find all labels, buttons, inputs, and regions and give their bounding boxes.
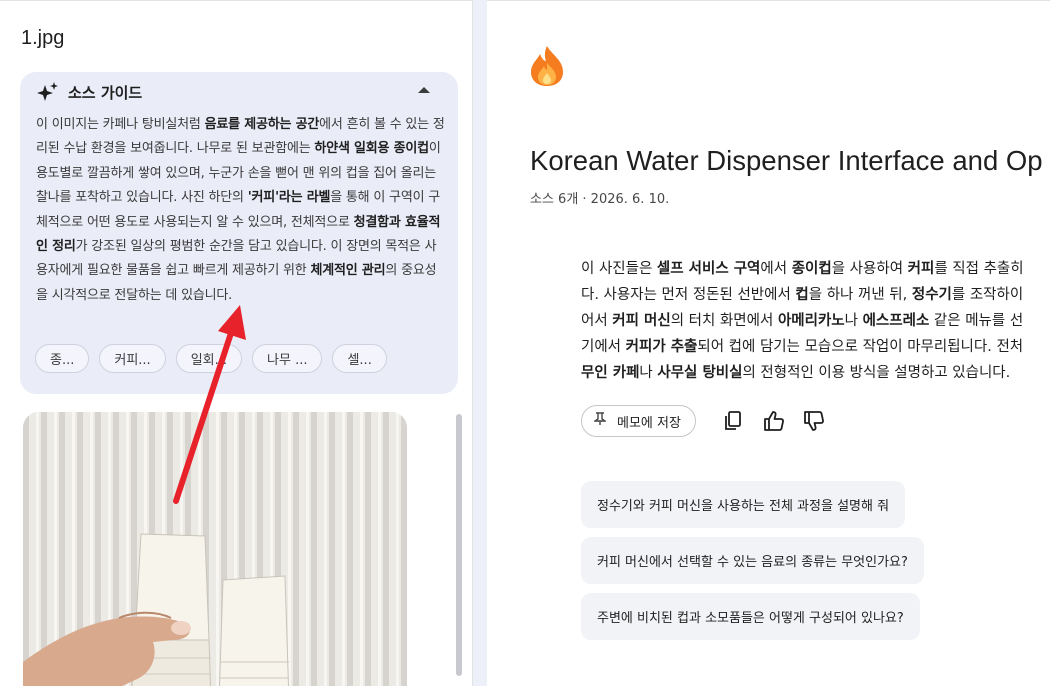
chevron-up-icon[interactable] [418, 87, 430, 93]
topic-chip[interactable]: 나무 ... [252, 344, 323, 373]
summary-line: 무인 카페나 사무실 탕비실의 전형적인 이용 방식을 설명하고 있습니다. [581, 360, 1050, 386]
notebook-summary: 이 사진들은 셀프 서비스 구역에서 종이컵을 사용하여 커피를 직접 추출히 다… [581, 256, 1050, 386]
source-guide-card: 소스 가이드 이 이미지는 카페나 탕비실처럼 음료를 제공하는 공간에서 흔히… [20, 72, 458, 394]
source-guide-summary: 이 이미지는 카페나 탕비실처럼 음료를 제공하는 공간에서 흔히 볼 수 있는… [36, 113, 446, 308]
notebook-title: Korean Water Dispenser Interface and Op [530, 145, 1043, 176]
summary-highlight: 종이컵 [791, 261, 832, 277]
summary-highlight: 하얀색 일회용 종이컵 [314, 141, 429, 157]
panel-divider[interactable] [473, 0, 487, 686]
topic-chip[interactable]: 셀... [332, 344, 387, 373]
summary-text: 이 이미지는 카페나 탕비실처럼 [36, 117, 205, 132]
source-file-title: 1.jpg [21, 27, 65, 49]
save-to-note-label: 메모에 저장 [617, 415, 681, 431]
summary-highlight: 아메리카노 [777, 313, 845, 329]
copy-icon[interactable] [722, 409, 746, 433]
summary-text: 같은 메뉴를 선 [929, 313, 1024, 329]
summary-line: 어서 커피 머신의 터치 화면에서 아메리카노나 에스프레소 같은 메뉴를 선 [581, 308, 1050, 334]
summary-text: 의 전형적인 이용 방식을 설명하고 있습니다. [742, 365, 1011, 381]
summary-highlight: 셀프 서비스 구역 [656, 261, 761, 277]
summary-text: 어서 [581, 313, 613, 329]
summary-text: 기에서 [581, 339, 626, 355]
source-panel-scrollbar[interactable] [456, 414, 462, 676]
pin-icon [592, 412, 608, 430]
summary-text: 을 사용하여 [831, 261, 908, 277]
topic-chip[interactable]: 일회... [175, 344, 243, 373]
source-panel: 1.jpg 소스 가이드 이 이미지는 카페나 탕비실처럼 음료를 제공하는 공… [0, 0, 473, 686]
save-to-note-button[interactable]: 메모에 저장 [581, 405, 696, 437]
summary-line: 다. 사용자는 먼저 정돈된 선반에서 컵을 하나 꺼낸 뒤, 정수기를 조작하… [581, 282, 1050, 308]
notebook-meta: 소스 6개 · 2026. 6. 10. [530, 192, 670, 207]
summary-highlight: 체계적인 관리 [310, 263, 386, 279]
summary-highlight: 무인 카페 [581, 365, 640, 381]
summary-highlight: 컵 [795, 287, 809, 303]
summary-highlight: 커피 [907, 261, 935, 277]
source-guide-title: 소스 가이드 [68, 83, 143, 102]
summary-highlight: 정수기 [911, 287, 952, 303]
summary-highlight: 에스프레소 [862, 313, 930, 329]
summary-highlight: '커피'라는 라벨 [247, 190, 331, 206]
suggested-question[interactable]: 정수기와 커피 머신을 사용하는 전체 과정을 설명해 줘 [581, 481, 906, 528]
suggested-question[interactable]: 주변에 비치된 컵과 소모품들은 어떻게 구성되어 있나요? [581, 593, 920, 640]
response-actions: 메모에 저장 [581, 405, 826, 437]
summary-text: 되어 컵에 담기는 모습으로 작업이 마무리됩니다. 전처 [697, 339, 1024, 355]
topic-chip[interactable]: 커피... [99, 344, 166, 373]
summary-text: 나 [844, 313, 863, 329]
summary-text: 의 터치 화면에서 [670, 313, 778, 329]
summary-line: 기에서 커피가 추출되어 컵에 담기는 모습으로 작업이 마무리됩니다. 전처 [581, 334, 1050, 360]
source-photo [23, 412, 407, 686]
summary-text: 을 하나 꺼낸 뒤, [808, 287, 912, 303]
topic-chips: 종... 커피... 일회... 나무 ... 셀... [35, 344, 387, 373]
thumbs-down-icon[interactable] [802, 409, 826, 433]
summary-text: 다. 사용자는 먼저 정돈된 선반에서 [581, 287, 796, 303]
thumbs-up-icon[interactable] [762, 409, 786, 433]
summary-text: 를 조작하이 [951, 287, 1024, 303]
summary-highlight: 사무실 탕비실 [657, 365, 743, 381]
source-guide-header[interactable]: 소스 가이드 [37, 81, 142, 103]
topic-chip[interactable]: 종... [35, 344, 90, 373]
summary-text: 나 [639, 365, 658, 381]
summary-highlight: 음료를 제공하는 공간 [204, 117, 320, 132]
summary-text: 이 사진들은 [581, 261, 657, 277]
suggested-question[interactable]: 커피 머신에서 선택할 수 있는 음료의 종류는 무엇인가요? [581, 537, 924, 584]
notebook-panel: Korean Water Dispenser Interface and Op … [487, 0, 1050, 686]
flame-icon [531, 46, 563, 86]
summary-text: 를 직접 추출히 [934, 261, 1024, 277]
summary-highlight: 커피가 추출 [625, 339, 698, 355]
summary-highlight: 커피 머신 [612, 313, 671, 329]
summary-line: 이 사진들은 셀프 서비스 구역에서 종이컵을 사용하여 커피를 직접 추출히 [581, 256, 1050, 282]
summary-text: 에서 [760, 261, 792, 277]
sparkle-icon [37, 82, 58, 101]
